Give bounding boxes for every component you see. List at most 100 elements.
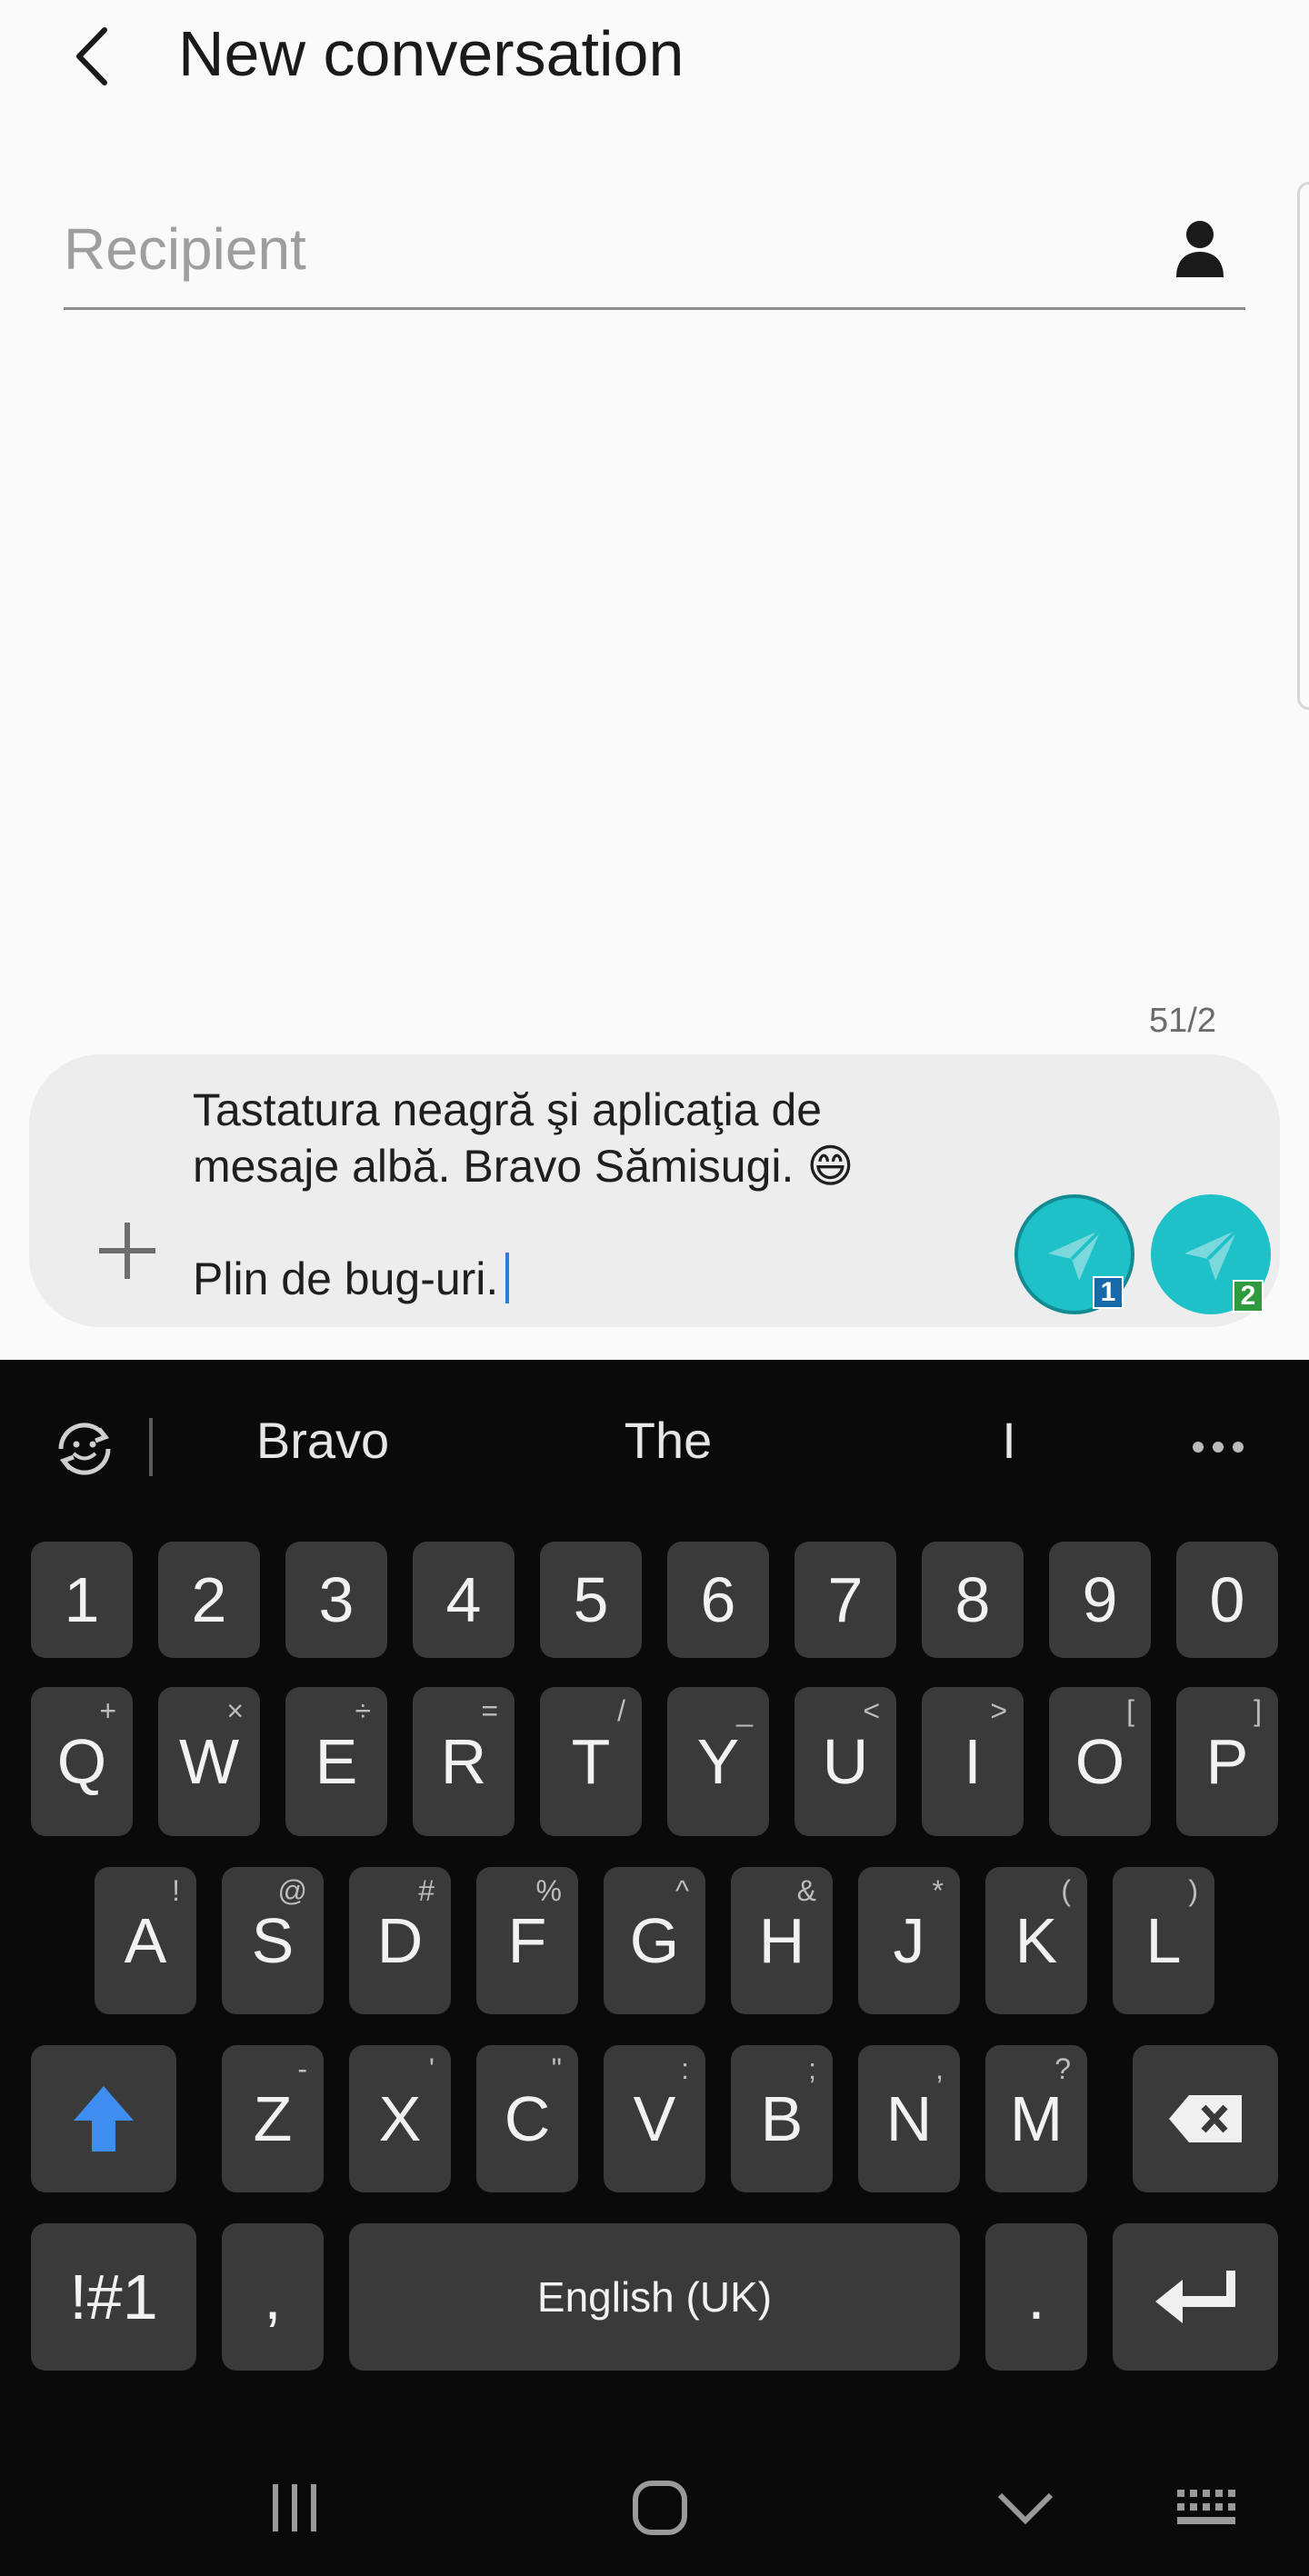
letter-key[interactable]: > I <box>922 1687 1024 1836</box>
key-hint-label: ' <box>428 2052 435 2085</box>
shift-key[interactable] <box>31 2045 176 2192</box>
emoji-toggle-button[interactable] <box>45 1403 124 1494</box>
key-label: Z <box>253 2083 293 2154</box>
number-key[interactable]: 2 <box>158 1542 260 1658</box>
sim1-badge: 1 <box>1093 1276 1124 1309</box>
key-label: 2 <box>191 1564 227 1635</box>
suggestion-item[interactable]: The <box>564 1411 773 1470</box>
key-label: X <box>378 2083 422 2154</box>
recent-apps-button[interactable] <box>240 2458 349 2558</box>
comma-key[interactable]: , <box>222 2223 324 2371</box>
letter-key[interactable]: = R <box>413 1687 515 1836</box>
letter-key[interactable]: ,N <box>858 2045 960 2192</box>
letter-key[interactable]: + Q <box>31 1687 133 1836</box>
letter-key[interactable]: ; B <box>731 2045 833 2192</box>
letter-key[interactable]: _ Y <box>667 1687 769 1836</box>
number-key[interactable]: 0 <box>1176 1542 1278 1658</box>
key-hint-label: / <box>617 1694 625 1727</box>
number-key[interactable]: 5 <box>540 1542 642 1658</box>
key-hint-label: ) <box>1188 1874 1198 1907</box>
enter-key[interactable] <box>1113 2223 1278 2371</box>
key-label: 4 <box>445 1564 482 1635</box>
number-key[interactable]: 7 <box>794 1542 896 1658</box>
recent-apps-icon <box>273 2484 316 2531</box>
more-options-button[interactable] <box>1173 1420 1264 1474</box>
dot-icon <box>1233 1442 1244 1453</box>
key-hint-label: ÷ <box>355 1694 371 1727</box>
key-label: 3 <box>318 1564 355 1635</box>
person-icon <box>1176 221 1224 277</box>
letter-key[interactable]: ] P <box>1176 1687 1278 1836</box>
message-input[interactable]: Tastatura neagră şi aplicaţia de mesaje … <box>193 1082 1011 1307</box>
letter-key[interactable]: ÷ E <box>285 1687 387 1836</box>
keyboard-icon <box>1177 2490 1235 2524</box>
character-counter: 51/2 <box>1149 1002 1216 1040</box>
letter-key[interactable]: ^ G <box>604 1867 705 2014</box>
letter-key[interactable]: ' X <box>349 2045 451 2192</box>
symbols-key[interactable]: !#1 <box>31 2223 196 2371</box>
key-hint-label: @ <box>277 1874 307 1907</box>
key-label: D <box>376 1905 424 1976</box>
letter-key[interactable]: × W <box>158 1687 260 1836</box>
letter-key[interactable]: ? M <box>985 2045 1087 2192</box>
letter-key[interactable]: ! A <box>95 1867 196 2014</box>
key-hint-label: ; <box>808 2052 816 2085</box>
letter-key[interactable]: :V <box>604 2045 705 2192</box>
letter-key[interactable]: ) L <box>1113 1867 1214 2014</box>
letter-key[interactable]: # D <box>349 1867 451 2014</box>
key-label: U <box>822 1726 869 1797</box>
number-key[interactable]: 1 <box>31 1542 133 1658</box>
letter-key[interactable]: * J <box>858 1867 960 2014</box>
contacts-button[interactable] <box>1154 204 1245 295</box>
suggestion-item[interactable]: Bravo <box>218 1411 427 1470</box>
key-label: S <box>251 1905 295 1976</box>
send-sim1-button[interactable]: 1 <box>1014 1194 1134 1314</box>
key-label: V <box>633 2083 676 2154</box>
key-hint-label: ] <box>1254 1694 1262 1727</box>
suggestion-item[interactable]: I <box>909 1411 1109 1470</box>
key-hint-label: ? <box>1054 2052 1071 2085</box>
home-button[interactable] <box>605 2458 714 2558</box>
letter-key[interactable]: & H <box>731 1867 833 2014</box>
key-hint-label: ( <box>1061 1874 1071 1907</box>
letter-key[interactable]: % F <box>476 1867 578 2014</box>
key-hint-label: ^ <box>674 1874 689 1907</box>
key-label: Q <box>56 1726 107 1797</box>
letter-key[interactable]: / T <box>540 1687 642 1836</box>
number-key[interactable]: 6 <box>667 1542 769 1658</box>
letter-key[interactable]: @ S <box>222 1867 324 2014</box>
key-label: L <box>1145 1905 1182 1976</box>
side-panel-handle[interactable] <box>1297 182 1309 710</box>
period-key[interactable]: . <box>985 2223 1087 2371</box>
key-label: I <box>964 1726 982 1797</box>
number-key[interactable]: 8 <box>922 1542 1024 1658</box>
backspace-key[interactable] <box>1133 2045 1278 2192</box>
number-key[interactable]: 3 <box>285 1542 387 1658</box>
space-key[interactable]: English (UK) <box>349 2223 960 2371</box>
key-label: T <box>571 1726 611 1797</box>
home-icon <box>633 2481 687 2535</box>
key-hint-label: = <box>481 1694 498 1727</box>
key-hint-label: - <box>297 2052 307 2085</box>
number-key[interactable]: 4 <box>413 1542 515 1658</box>
letter-key[interactable]: " C <box>476 2045 578 2192</box>
back-button[interactable] <box>47 11 138 102</box>
attach-button[interactable] <box>82 1205 173 1296</box>
sim2-badge: 2 <box>1233 1280 1264 1313</box>
recipient-input[interactable] <box>64 205 1136 293</box>
send-icon <box>1184 1228 1239 1281</box>
key-label: G <box>629 1905 680 1976</box>
send-sim2-button[interactable]: 2 <box>1151 1194 1271 1314</box>
key-label: M <box>1009 2083 1064 2154</box>
number-key[interactable]: 9 <box>1049 1542 1151 1658</box>
hide-keyboard-button[interactable] <box>971 2458 1080 2558</box>
key-label: O <box>1074 1726 1125 1797</box>
keyboard-switch-button[interactable] <box>1153 2458 1262 2558</box>
key-label: K <box>1014 1905 1058 1976</box>
suggestion-bar: Bravo The I <box>0 1360 1309 1542</box>
letter-key[interactable]: [O <box>1049 1687 1151 1836</box>
letter-key[interactable]: (K <box>985 1867 1087 2014</box>
letter-key[interactable]: -Z <box>222 2045 324 2192</box>
letter-key[interactable]: < U <box>794 1687 896 1836</box>
key-hint-label: : <box>681 2052 689 2085</box>
